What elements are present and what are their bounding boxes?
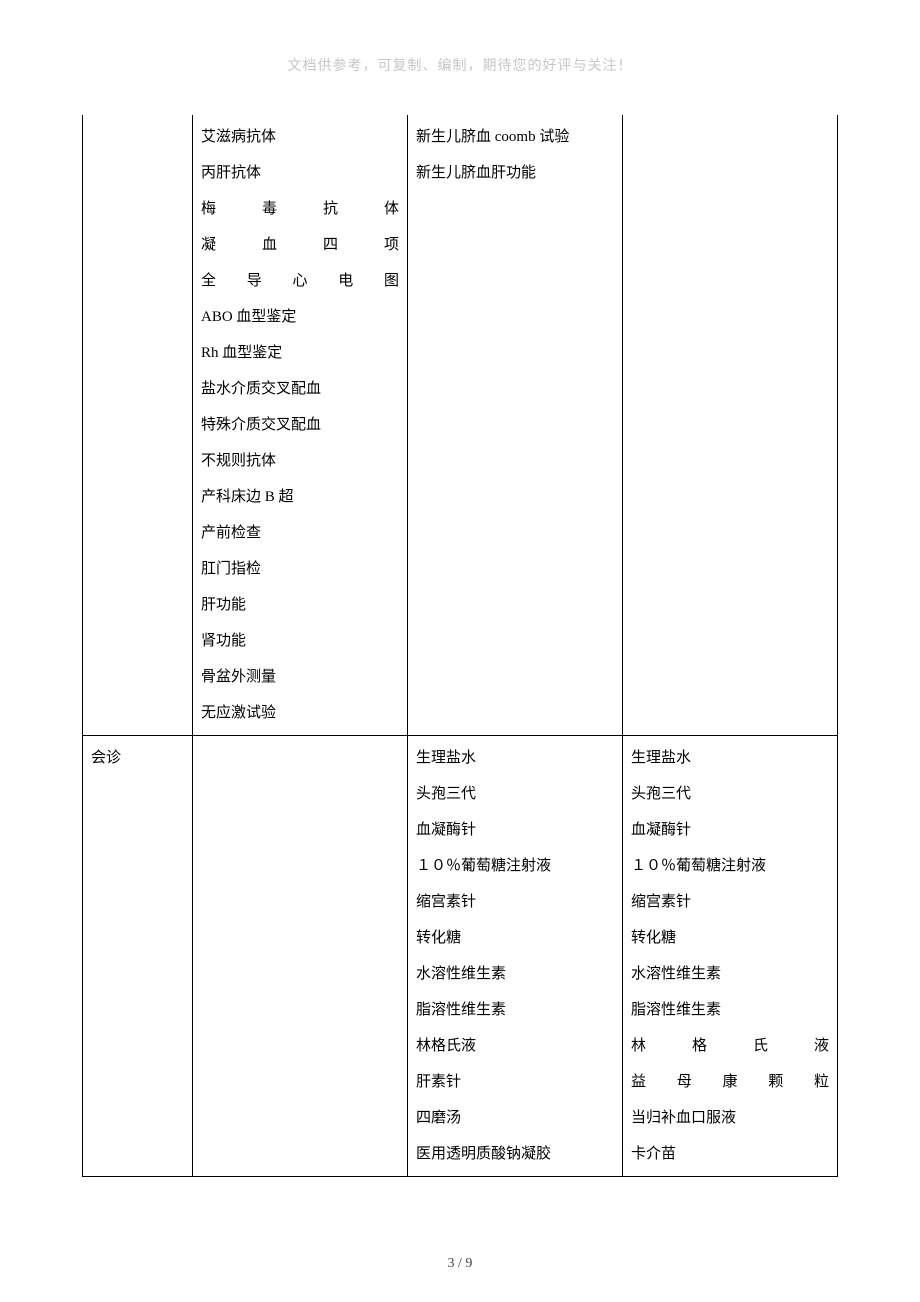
- list-item: 益母康颗粒: [631, 1064, 829, 1100]
- cell-r2c3: 生理盐水头孢三代血凝酶针１０％葡萄糖注射液缩宫素针转化糖水溶性维生素脂溶性维生素…: [408, 736, 623, 1177]
- list-item: 肝功能: [201, 587, 399, 623]
- list-item: 缩宫素针: [416, 884, 614, 920]
- list-item: 生理盐水: [416, 740, 614, 776]
- list-item: 盐水介质交叉配血: [201, 371, 399, 407]
- cell-r2c4: 生理盐水头孢三代血凝酶针１０％葡萄糖注射液缩宫素针转化糖水溶性维生素脂溶性维生素…: [623, 736, 838, 1177]
- list-item: 无应激试验: [201, 695, 399, 731]
- list-item: 肝素针: [416, 1064, 614, 1100]
- cell-r2c2: [193, 736, 408, 1177]
- page: 文档供参考，可复制、编制，期待您的好评与关注！ 艾滋病抗体丙肝抗体梅毒抗体凝血四…: [0, 0, 920, 1302]
- list-item: １０％葡萄糖注射液: [631, 848, 829, 884]
- list-item: Rh 血型鉴定: [201, 335, 399, 371]
- list-item: 凝血四项: [201, 227, 399, 263]
- list-item: 脂溶性维生素: [416, 992, 614, 1028]
- list-item: 生理盐水: [631, 740, 829, 776]
- cell-r1c4: [623, 115, 838, 736]
- main-table: 艾滋病抗体丙肝抗体梅毒抗体凝血四项全导心电图ABO 血型鉴定Rh 血型鉴定盐水介…: [82, 115, 838, 1177]
- cell-r1c1: [83, 115, 193, 736]
- list-item: 血凝酶针: [631, 812, 829, 848]
- list-item: 缩宫素针: [631, 884, 829, 920]
- list-item: 全导心电图: [201, 263, 399, 299]
- cell-r2c1: 会诊: [83, 736, 193, 1177]
- cell-r1c2: 艾滋病抗体丙肝抗体梅毒抗体凝血四项全导心电图ABO 血型鉴定Rh 血型鉴定盐水介…: [193, 115, 408, 736]
- list-item: 卡介苗: [631, 1136, 829, 1172]
- cell-r1c3: 新生儿脐血 coomb 试验新生儿脐血肝功能: [408, 115, 623, 736]
- list-item: 血凝酶针: [416, 812, 614, 848]
- list-item: 不规则抗体: [201, 443, 399, 479]
- list-item: 水溶性维生素: [416, 956, 614, 992]
- list-item: 产科床边 B 超: [201, 479, 399, 515]
- list-item: 林格氏液: [416, 1028, 614, 1064]
- list-item: 四磨汤: [416, 1100, 614, 1136]
- list-item: 艾滋病抗体: [201, 119, 399, 155]
- list-item: 肾功能: [201, 623, 399, 659]
- list-item: 林格氏液: [631, 1028, 829, 1064]
- list-item: 转化糖: [416, 920, 614, 956]
- list-item: 头孢三代: [416, 776, 614, 812]
- table-row: 会诊 生理盐水头孢三代血凝酶针１０％葡萄糖注射液缩宫素针转化糖水溶性维生素脂溶性…: [83, 736, 838, 1177]
- list-item: 特殊介质交叉配血: [201, 407, 399, 443]
- list-item: 新生儿脐血肝功能: [416, 155, 614, 191]
- page-number: 3 / 9: [0, 1256, 920, 1272]
- list-item: 头孢三代: [631, 776, 829, 812]
- list-item: 肛门指检: [201, 551, 399, 587]
- list-item: 医用透明质酸钠凝胶: [416, 1136, 614, 1172]
- list-item: 新生儿脐血 coomb 试验: [416, 119, 614, 155]
- list-item: １０％葡萄糖注射液: [416, 848, 614, 884]
- list-item: 水溶性维生素: [631, 956, 829, 992]
- list-item: 脂溶性维生素: [631, 992, 829, 1028]
- list-item: 梅毒抗体: [201, 191, 399, 227]
- header-note: 文档供参考，可复制、编制，期待您的好评与关注！: [0, 55, 920, 75]
- list-item: 骨盆外测量: [201, 659, 399, 695]
- list-item: 丙肝抗体: [201, 155, 399, 191]
- list-item: 产前检查: [201, 515, 399, 551]
- list-item: 当归补血口服液: [631, 1100, 829, 1136]
- list-item: ABO 血型鉴定: [201, 299, 399, 335]
- list-item: 转化糖: [631, 920, 829, 956]
- table-row: 艾滋病抗体丙肝抗体梅毒抗体凝血四项全导心电图ABO 血型鉴定Rh 血型鉴定盐水介…: [83, 115, 838, 736]
